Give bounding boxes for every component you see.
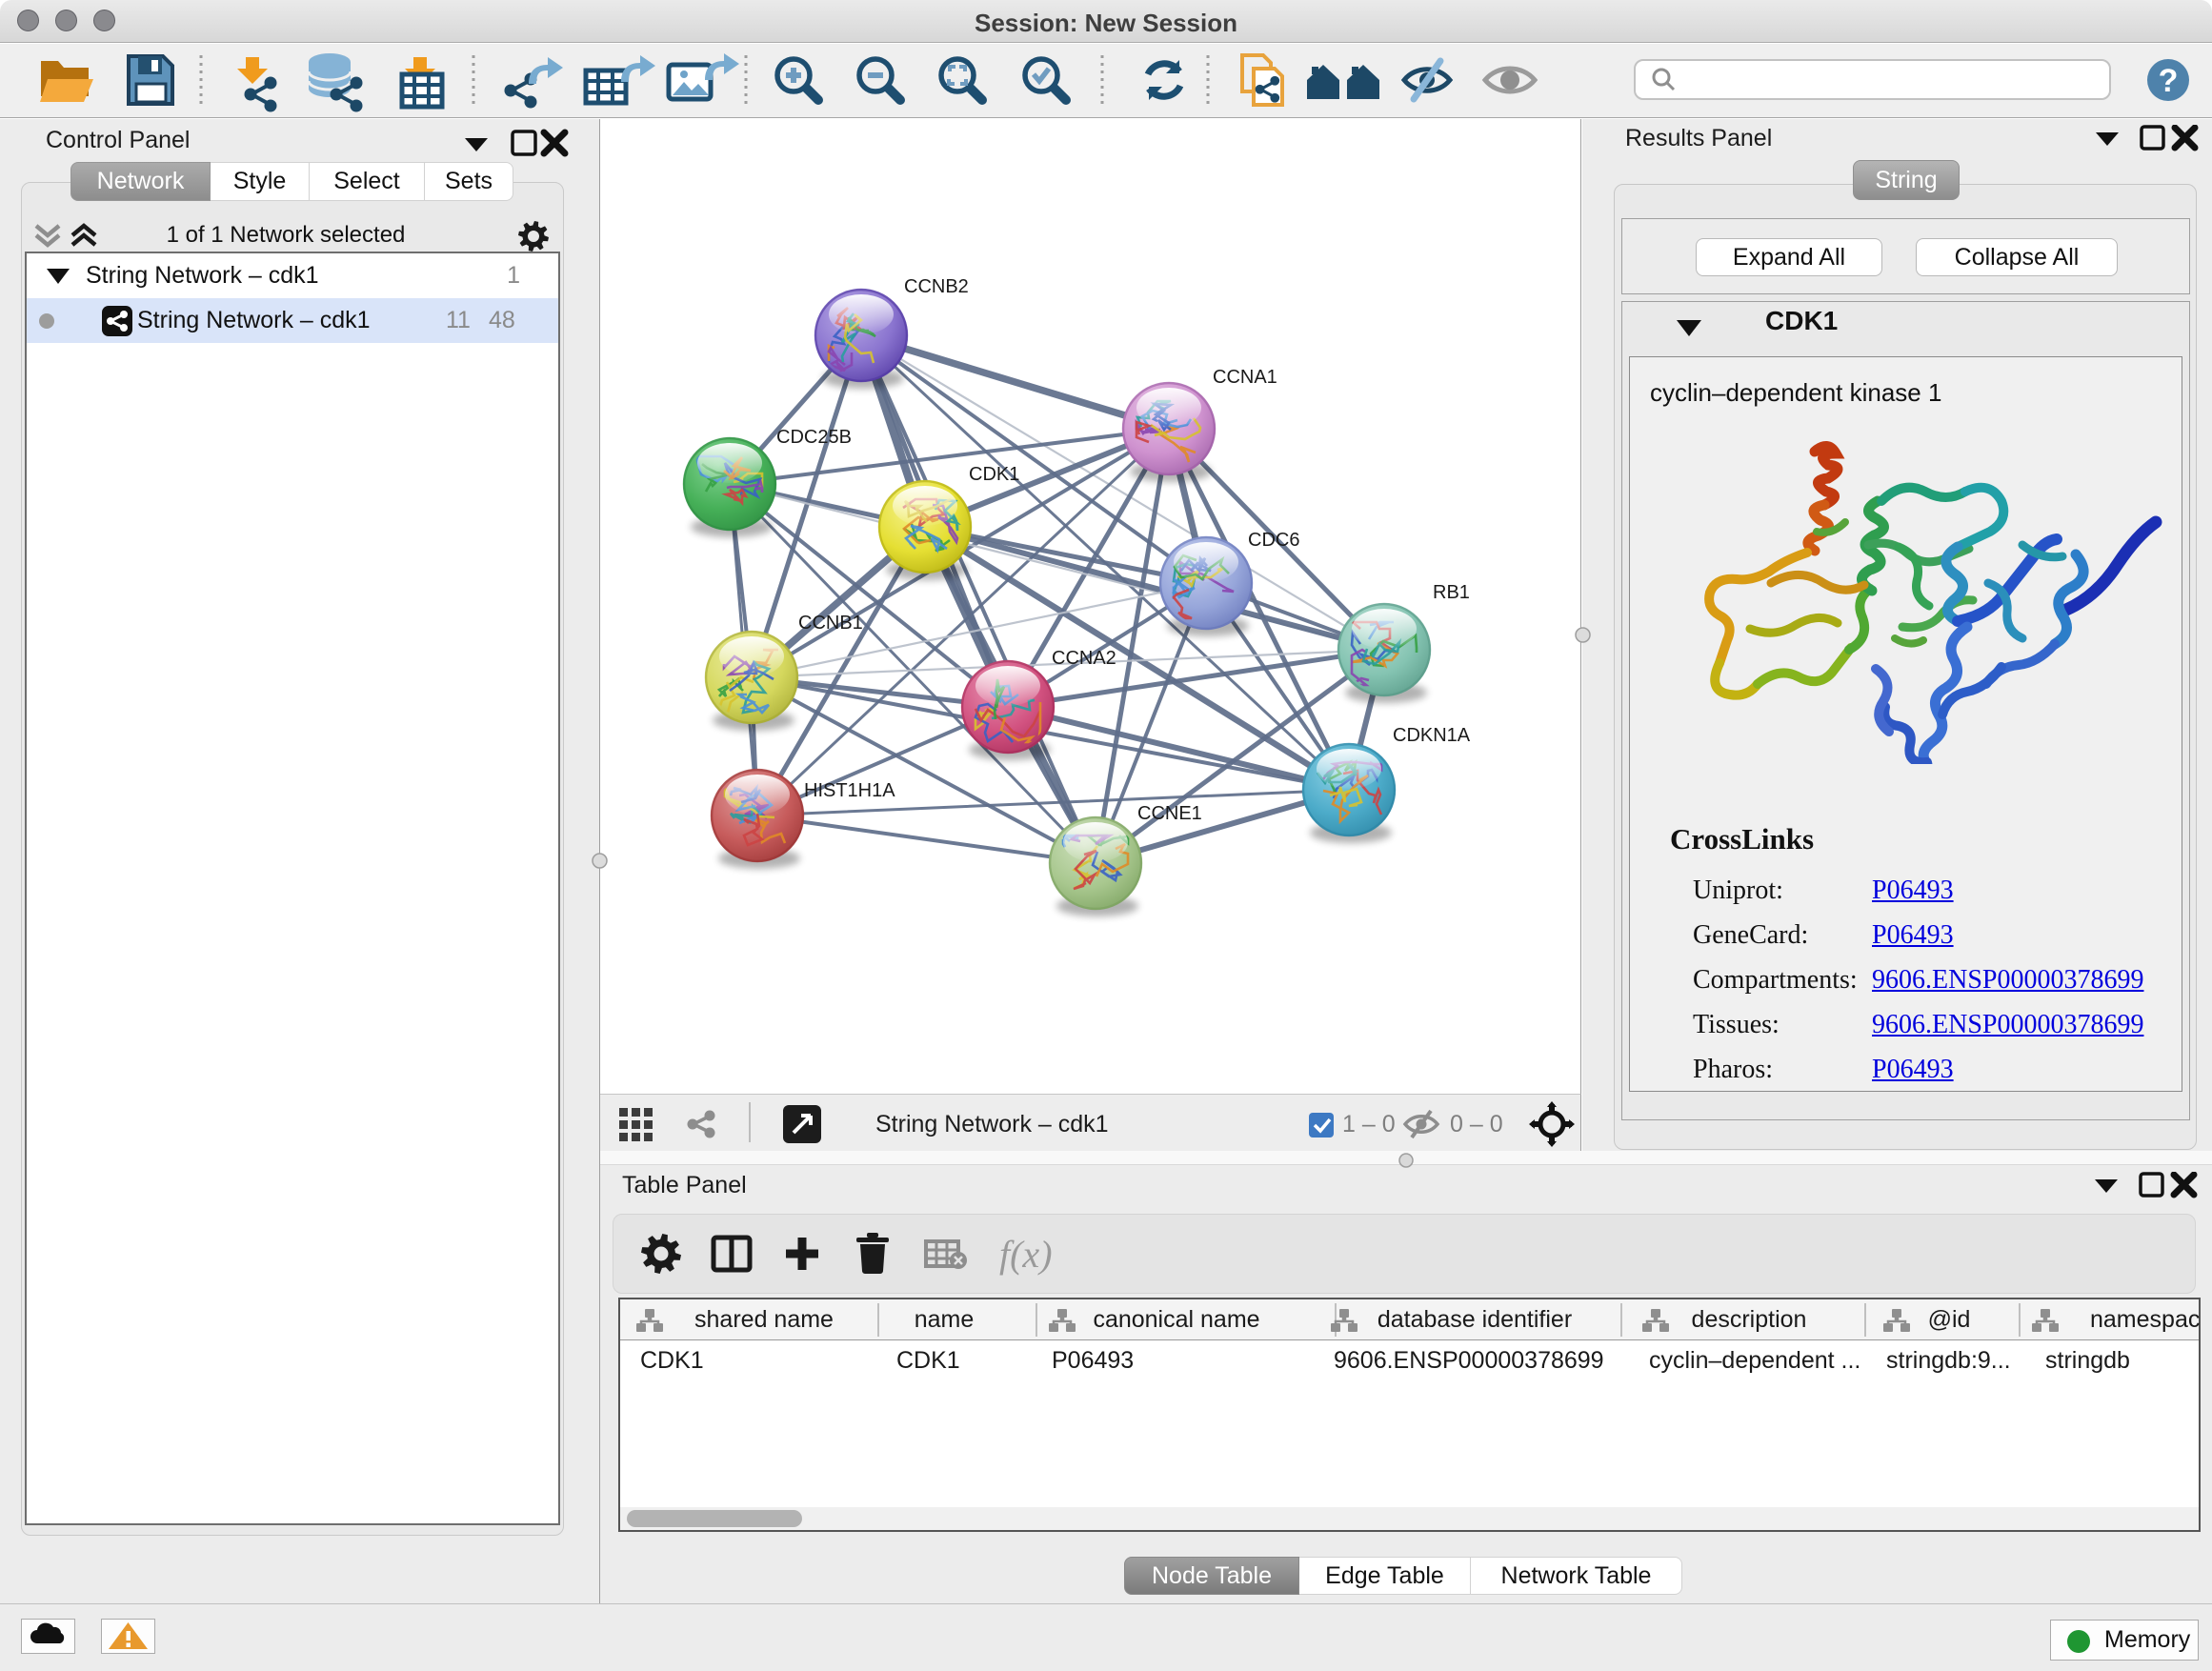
svg-text:CDC25B: CDC25B	[776, 427, 852, 448]
svg-text:CCNB2: CCNB2	[904, 276, 969, 297]
svg-text:CDC6: CDC6	[1248, 530, 1299, 551]
svg-text:?: ?	[2159, 63, 2179, 99]
svg-text:HIST1H1A: HIST1H1A	[804, 780, 895, 801]
svg-text:CDKN1A: CDKN1A	[1393, 725, 1471, 746]
svg-text:f(x): f(x)	[999, 1233, 1053, 1276]
svg-text:RB1: RB1	[1433, 582, 1470, 603]
svg-text:CCNA1: CCNA1	[1213, 367, 1277, 388]
svg-text:1 – 0: 1 – 0	[1342, 1111, 1396, 1137]
svg-text:CCNA2: CCNA2	[1052, 648, 1116, 669]
svg-text:String Network – cdk1: String Network – cdk1	[875, 1111, 1109, 1137]
svg-text:CCNE1: CCNE1	[1137, 803, 1202, 824]
svg-text:0 – 0: 0 – 0	[1450, 1111, 1503, 1137]
svg-text:CCNB1: CCNB1	[798, 613, 863, 634]
svg-text:CDK1: CDK1	[969, 464, 1019, 485]
